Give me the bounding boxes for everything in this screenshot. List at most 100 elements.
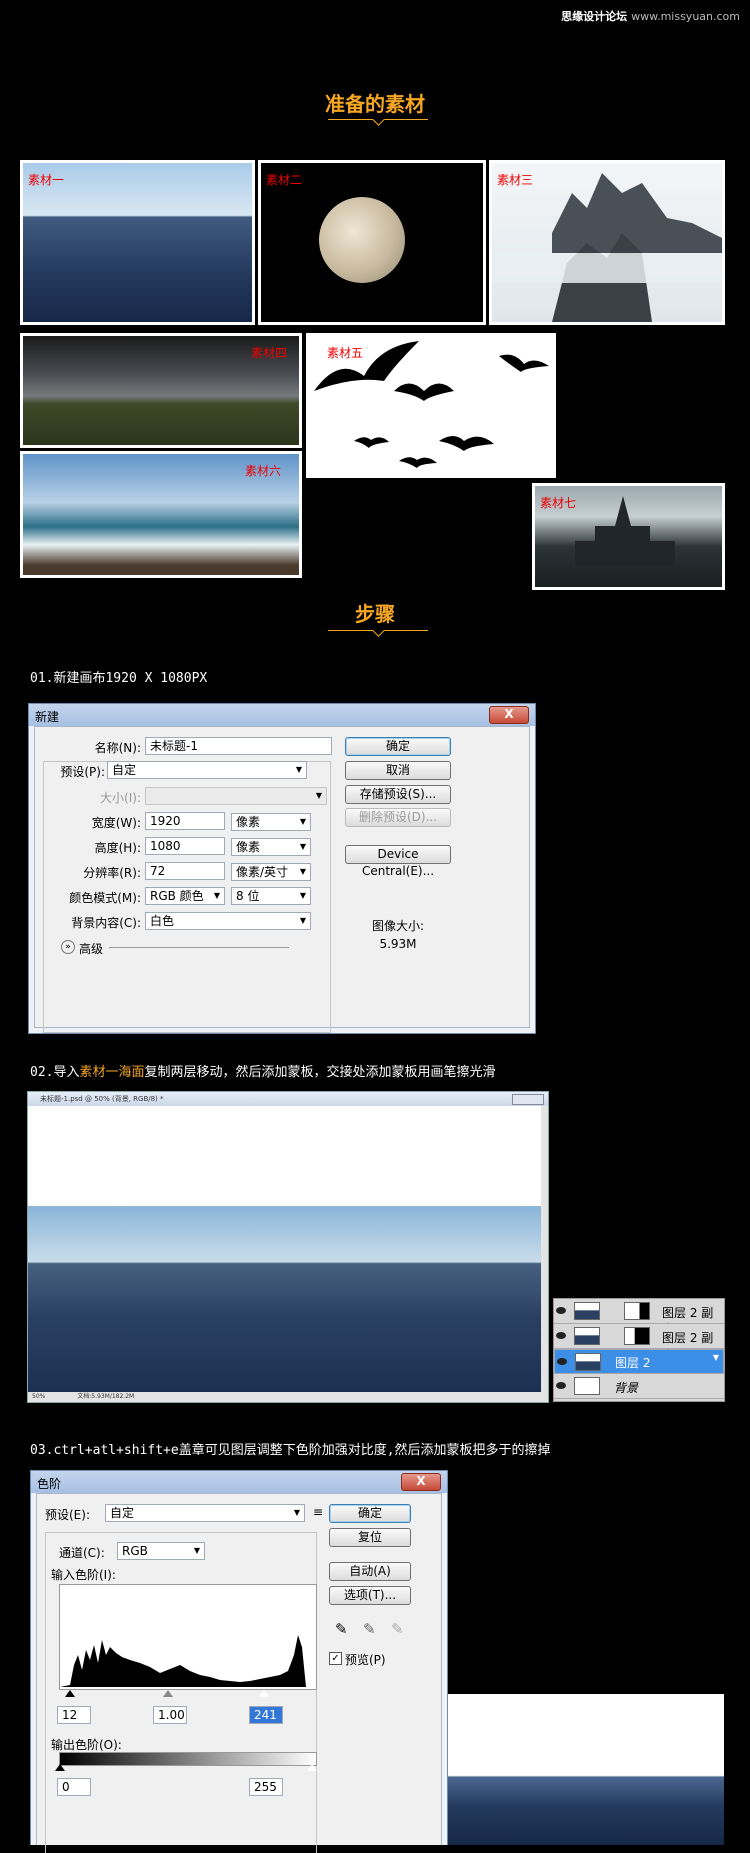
preset-label: 预设(E): xyxy=(45,1508,90,1522)
height-label: 高度(H): xyxy=(94,841,141,855)
preview-label[interactable]: 预览(P) xyxy=(345,1651,386,1668)
width-unit-select[interactable]: 像素 xyxy=(231,813,311,831)
step-2-text: 02.导入素材一海面复制两层移动，然后添加蒙板，交接处添加蒙板用画笔擦光滑 xyxy=(30,1061,496,1080)
watermark-url: www.missyuan.com xyxy=(631,10,740,23)
output-black-value[interactable]: 0 xyxy=(57,1778,91,1796)
auto-button[interactable]: 自动(A) xyxy=(329,1562,411,1581)
white-eyedropper-icon[interactable]: ✎ xyxy=(391,1620,404,1638)
canvas[interactable] xyxy=(28,1106,542,1392)
layer-thumbnail xyxy=(574,1377,600,1395)
layer-row[interactable]: 图层 2 副本 xyxy=(554,1324,724,1362)
layer-row[interactable]: 背景 xyxy=(554,1374,724,1399)
preset-select[interactable]: 自定 xyxy=(107,761,307,779)
layer-thumbnail xyxy=(574,1327,600,1345)
layer-row[interactable]: 图层 2 副本 xyxy=(554,1299,724,1337)
dialog-body: 名称(N): 未标题-1 预设(P): 自定 大小(I): 宽度(W): 192… xyxy=(34,726,530,1033)
zoom-level: 50% xyxy=(32,1393,46,1400)
castle-shape xyxy=(575,496,675,566)
eye-icon[interactable] xyxy=(556,1332,566,1339)
eye-icon[interactable] xyxy=(556,1307,566,1314)
window-titlebar: 未标题-1.psd @ 50% (背景, RGB/8) * xyxy=(28,1092,548,1106)
watermark-brand: 思缘设计论坛 xyxy=(561,10,628,23)
reset-button[interactable]: 复位 xyxy=(329,1528,411,1547)
step-2-prefix: 02.导入 xyxy=(30,1065,80,1080)
materials-title: 准备的素材 xyxy=(325,92,425,116)
layer-name: 图层 2 xyxy=(615,1356,651,1370)
layer-thumbnail xyxy=(574,1302,600,1320)
chevron-expand-icon[interactable]: » xyxy=(61,940,75,954)
material-label: 素材二 xyxy=(266,173,303,187)
histogram-graph xyxy=(60,1635,306,1687)
vertical-scrollbar[interactable] xyxy=(541,1106,548,1392)
height-unit-select[interactable]: 像素 xyxy=(231,838,311,856)
output-levels-label: 输出色阶(O): xyxy=(51,1738,122,1752)
device-central-button[interactable]: Device Central(E)... xyxy=(345,845,451,878)
channel-select[interactable]: RGB xyxy=(117,1542,205,1560)
material-card-7: 素材七 xyxy=(532,483,725,590)
bats-shape xyxy=(314,341,549,468)
bit-depth-select[interactable]: 8 位 xyxy=(231,887,311,905)
step-2-highlight: 素材一海面 xyxy=(79,1065,145,1080)
resolution-input[interactable]: 72 xyxy=(145,862,225,880)
material-label: 素材六 xyxy=(244,464,281,478)
midtone-slider[interactable] xyxy=(163,1690,173,1697)
color-mode-label: 颜色模式(M): xyxy=(69,891,141,905)
new-document-dialog: 新建 X 名称(N): 未标题-1 预设(P): 自定 大小(I): 宽度(W)… xyxy=(28,703,536,1034)
ok-button[interactable]: 确定 xyxy=(345,737,451,756)
result-preview-image xyxy=(448,1694,724,1845)
dialog-title: 色阶 xyxy=(37,1477,62,1491)
output-gradient xyxy=(59,1752,317,1766)
mountain-shape xyxy=(492,173,722,322)
black-eyedropper-icon[interactable]: ✎ xyxy=(335,1620,348,1638)
background-label: 背景内容(C): xyxy=(71,916,141,930)
black-point-slider[interactable] xyxy=(65,1690,75,1697)
color-mode-select[interactable]: RGB 颜色 xyxy=(145,887,225,905)
preset-options-icon[interactable]: ≡ xyxy=(313,1505,323,1519)
preview-checkbox[interactable]: ✓ xyxy=(329,1652,342,1665)
input-levels-label: 输入色阶(I): xyxy=(51,1568,116,1582)
advanced-label[interactable]: 高级 xyxy=(79,940,103,957)
material-card-5: 素材五 xyxy=(306,333,556,478)
window-title: 未标题-1.psd @ 50% (背景, RGB/8) * xyxy=(40,1095,164,1103)
name-label: 名称(N): xyxy=(94,741,141,755)
resolution-unit-select[interactable]: 像素/英寸 xyxy=(231,863,311,881)
layer-row-selected[interactable]: 图层 2 xyxy=(554,1349,724,1374)
eye-icon[interactable] xyxy=(557,1358,567,1365)
status-bar: 50% 文档:5.93M/182.2M xyxy=(28,1392,548,1402)
white-point-slider[interactable] xyxy=(259,1690,269,1697)
preset-select[interactable]: 自定 xyxy=(105,1504,305,1522)
ok-button[interactable]: 确定 xyxy=(329,1504,411,1523)
size-label: 大小(I): xyxy=(100,791,141,805)
window-controls-icon[interactable] xyxy=(512,1094,544,1105)
resolution-label: 分辨率(R): xyxy=(83,866,141,880)
material-card-2: 素材二 xyxy=(258,160,486,325)
width-input[interactable]: 1920 xyxy=(145,812,225,830)
input-black-value[interactable]: 12 xyxy=(57,1706,91,1724)
background-select[interactable]: 白色 xyxy=(145,912,311,930)
height-input[interactable]: 1080 xyxy=(145,837,225,855)
step-3-text: 03.ctrl+atl+shift+e盖章可见图层调整下色阶加强对比度,然后添加… xyxy=(30,1443,551,1458)
levels-dialog: 色阶 X 预设(E): 自定 ≡ 通道(C): RGB 输入色阶(I): 12 … xyxy=(30,1470,448,1853)
options-button[interactable]: 选项(T)... xyxy=(329,1586,411,1605)
input-midtone-value[interactable]: 1.00 xyxy=(153,1706,187,1724)
layer-mask-thumbnail xyxy=(624,1327,650,1345)
eye-icon[interactable] xyxy=(556,1382,566,1389)
cancel-button[interactable]: 取消 xyxy=(345,761,451,780)
layer-name: 背景 xyxy=(614,1381,639,1395)
save-preset-button[interactable]: 存储预设(S)... xyxy=(345,785,451,804)
image-size-value: 5.93M xyxy=(379,937,417,951)
moon-shape xyxy=(319,197,405,283)
name-input[interactable]: 未标题-1 xyxy=(145,737,332,755)
close-button[interactable]: X xyxy=(401,1473,441,1491)
input-white-value[interactable]: 241 xyxy=(249,1706,283,1724)
output-white-value[interactable]: 255 xyxy=(249,1778,283,1796)
layer-mask-thumbnail xyxy=(624,1302,650,1320)
gray-eyedropper-icon[interactable]: ✎ xyxy=(363,1620,376,1638)
output-white-slider[interactable] xyxy=(307,1764,317,1771)
dialog-body: 预设(E): 自定 ≡ 通道(C): RGB 输入色阶(I): 12 1.00 … xyxy=(36,1493,442,1853)
channel-label: 通道(C): xyxy=(59,1546,105,1560)
close-button[interactable]: X xyxy=(489,706,529,724)
dialog-title: 新建 xyxy=(35,710,60,724)
photoshop-document-window: 未标题-1.psd @ 50% (背景, RGB/8) * 50% 文档:5.9… xyxy=(27,1091,549,1403)
output-black-slider[interactable] xyxy=(55,1764,65,1771)
